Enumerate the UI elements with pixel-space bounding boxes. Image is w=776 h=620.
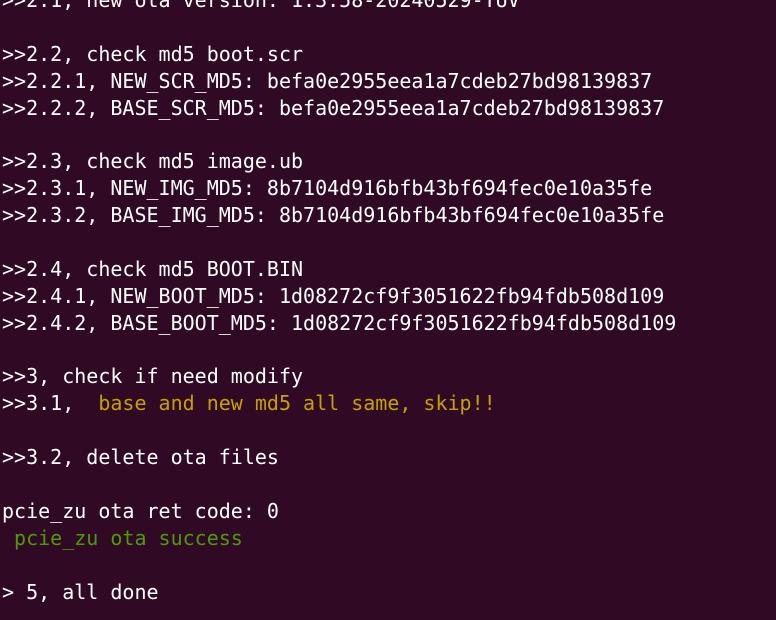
terminal-line: >>2.4.1, NEW_BOOT_MD5: 1d08272cf9f305162… xyxy=(2,283,776,310)
terminal-text: >>2.4.2, BASE_BOOT_MD5: 1d08272cf9f30516… xyxy=(2,310,677,335)
terminal-text: >>2.3, check md5 image.ub xyxy=(2,149,304,174)
terminal-line: >>2.3.1, NEW_IMG_MD5: 8b7104d916bfb43bf6… xyxy=(2,175,776,202)
terminal-line: >>2.2.1, NEW_SCR_MD5: befa0e2955eea1a7cd… xyxy=(2,68,776,95)
terminal-line: >>2.1, new ota version: 1.3.58-20240529-… xyxy=(2,0,776,14)
terminal-text: >>2.1, new ota version: 1.3.58-20240529-… xyxy=(2,0,520,12)
terminal-text: >>2.2.2, BASE_SCR_MD5: befa0e2955eea1a7c… xyxy=(2,95,665,120)
terminal-line: >>2.3, check md5 image.ub xyxy=(2,148,776,175)
terminal-highlight-text: pcie_zu ota success xyxy=(14,525,243,550)
terminal-line: >>3, check if need modify xyxy=(2,363,776,390)
terminal-highlight-text: base and new md5 all same, skip!! xyxy=(98,391,496,416)
terminal-text: >>2.3.2, BASE_IMG_MD5: 8b7104d916bfb43bf… xyxy=(2,203,665,228)
terminal-line: >>2.4.2, BASE_BOOT_MD5: 1d08272cf9f30516… xyxy=(2,310,776,337)
terminal-text: pcie_zu ota ret code: 0 xyxy=(2,498,279,523)
terminal-text: >>2.2.1, NEW_SCR_MD5: befa0e2955eea1a7cd… xyxy=(2,68,653,93)
terminal-output[interactable]: >>2.1, new ota version: 1.3.58-20240529-… xyxy=(0,0,776,620)
terminal-text: >>2.3.1, NEW_IMG_MD5: 8b7104d916bfb43bf6… xyxy=(2,176,653,201)
terminal-line: >>3.2, delete ota files xyxy=(2,444,776,471)
terminal-text: >>3.2, delete ota files xyxy=(2,445,279,470)
terminal-line: >>2.2, check md5 boot.scr xyxy=(2,41,776,68)
terminal-text: >>2.4.1, NEW_BOOT_MD5: 1d08272cf9f305162… xyxy=(2,283,665,308)
terminal-line: >>2.3.2, BASE_IMG_MD5: 8b7104d916bfb43bf… xyxy=(2,202,776,229)
terminal-line: >>2.4, check md5 BOOT.BIN xyxy=(2,256,776,283)
terminal-line: > 5, all done xyxy=(2,579,776,606)
terminal-text: >>2.2, check md5 boot.scr xyxy=(2,41,304,66)
terminal-text: >>2.4, check md5 BOOT.BIN xyxy=(2,256,304,281)
terminal-line: pcie_zu ota ret code: 0 xyxy=(2,498,776,525)
terminal-text: >>3.1, xyxy=(2,391,99,416)
terminal-line: >>2.2.2, BASE_SCR_MD5: befa0e2955eea1a7c… xyxy=(2,95,776,122)
terminal-text: > 5, all done xyxy=(2,579,159,604)
terminal-text: >>3, check if need modify xyxy=(2,364,304,389)
terminal-line: >>3.1, base and new md5 all same, skip!! xyxy=(2,390,776,417)
terminal-line: pcie_zu ota success xyxy=(2,525,776,552)
